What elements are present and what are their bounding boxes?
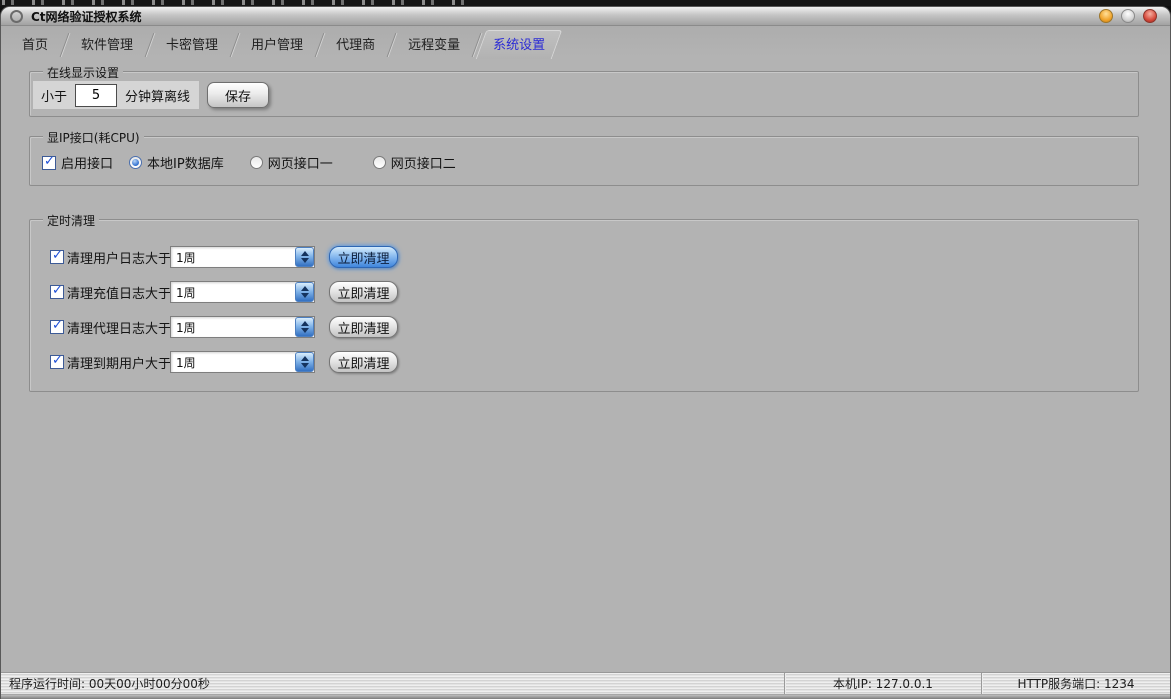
arrow-up-icon [301, 251, 309, 256]
cleanup-row-expired-users: 清理到期用户大于 1周 立即清理 [50, 351, 1138, 373]
tab-user-management[interactable]: 用户管理 [238, 30, 316, 59]
tab-system-settings[interactable]: 系统设置 [480, 30, 558, 59]
minimize-button[interactable] [1099, 9, 1113, 23]
checkbox-checked-icon[interactable] [50, 355, 64, 369]
checkbox-checked-icon[interactable] [42, 156, 56, 170]
tab-card-key-management[interactable]: 卡密管理 [153, 30, 231, 59]
tab-agents[interactable]: 代理商 [323, 30, 388, 59]
group-title: 显IP接口(耗CPU) [43, 129, 144, 146]
app-window: Ct网络验证授权系统 首页 软件管理 卡密管理 用户管理 [0, 6, 1171, 699]
dropdown-stepper[interactable] [295, 247, 314, 267]
group-online-display-settings: 在线显示设置 小于 分钟算离线 保存 [29, 71, 1139, 117]
tab-remote-variables[interactable]: 远程变量 [395, 30, 473, 59]
offline-minutes-input[interactable] [75, 84, 117, 107]
period-dropdown[interactable]: 1周 [170, 351, 315, 373]
close-button[interactable] [1143, 9, 1157, 23]
window-title: Ct网络验证授权系统 [31, 8, 142, 25]
status-bar: 程序运行时间: 00天00小时00分00秒 本机IP: 127.0.0.1 HT… [1, 672, 1170, 694]
offline-threshold-row: 小于 分钟算离线 保存 [33, 81, 269, 109]
radio-icon[interactable] [250, 156, 263, 169]
radio-web-interface-one[interactable]: 网页接口一 [250, 153, 333, 172]
radio-icon[interactable] [373, 156, 386, 169]
period-dropdown[interactable]: 1周 [170, 316, 315, 338]
group-title: 在线显示设置 [43, 64, 123, 81]
arrow-down-icon [301, 363, 309, 368]
save-button[interactable]: 保存 [207, 82, 269, 108]
group-scheduled-cleanup: 定时清理 清理用户日志大于 1周 立即清理 [29, 219, 1139, 392]
arrow-down-icon [301, 328, 309, 333]
offline-threshold-suffix-label: 分钟算离线 [125, 86, 190, 105]
radio-local-ip-database[interactable]: 本地IP数据库 [129, 153, 224, 172]
enable-interface-checkbox[interactable]: 启用接口 [42, 153, 113, 172]
dropdown-stepper[interactable] [295, 317, 314, 337]
clean-now-button[interactable]: 立即清理 [329, 316, 398, 338]
window-bottom-edge [1, 694, 1170, 699]
group-title: 定时清理 [43, 212, 99, 229]
app-logo-icon [10, 10, 23, 23]
period-dropdown[interactable]: 1周 [170, 246, 315, 268]
dropdown-stepper[interactable] [295, 352, 314, 372]
offline-threshold-prefix-label: 小于 [41, 86, 67, 105]
tab-home[interactable]: 首页 [9, 30, 61, 59]
titlebar: Ct网络验证授权系统 [1, 7, 1170, 26]
settings-panel: 在线显示设置 小于 分钟算离线 保存 显IP接口(耗CPU) 启用接口 [1, 57, 1170, 392]
arrow-up-icon [301, 321, 309, 326]
offline-threshold-panel: 小于 分钟算离线 [33, 81, 199, 109]
arrow-up-icon [301, 356, 309, 361]
clean-now-button[interactable]: 立即清理 [329, 351, 398, 373]
arrow-down-icon [301, 293, 309, 298]
cleanup-rows: 清理用户日志大于 1周 立即清理 清理充值日志大于 1周 [30, 220, 1138, 373]
tab-bar: 首页 软件管理 卡密管理 用户管理 代理商 远程变量 系统设置 [1, 26, 1170, 57]
ip-interface-row: 启用接口 本地IP数据库 网页接口一 网页接口二 [42, 153, 456, 172]
checkbox-checked-icon[interactable] [50, 320, 64, 334]
radio-selected-icon[interactable] [129, 156, 142, 169]
radio-web-interface-two[interactable]: 网页接口二 [373, 153, 456, 172]
cleanup-row-user-logs: 清理用户日志大于 1周 立即清理 [50, 246, 1138, 268]
maximize-button[interactable] [1121, 9, 1135, 23]
arrow-down-icon [301, 258, 309, 263]
http-port-status: HTTP服务端口: 1234 [982, 675, 1170, 692]
cleanup-row-agent-logs: 清理代理日志大于 1周 立即清理 [50, 316, 1138, 338]
cleanup-row-recharge-logs: 清理充值日志大于 1周 立即清理 [50, 281, 1138, 303]
clean-now-button[interactable]: 立即清理 [329, 246, 398, 268]
window-controls [1099, 9, 1157, 23]
arrow-up-icon [301, 286, 309, 291]
checkbox-checked-icon[interactable] [50, 285, 64, 299]
group-ip-interface: 显IP接口(耗CPU) 启用接口 本地IP数据库 网页接口一 网页接口二 [29, 136, 1139, 186]
checkbox-checked-icon[interactable] [50, 250, 64, 264]
runtime-status: 程序运行时间: 00天00小时00分00秒 [1, 675, 784, 692]
period-dropdown[interactable]: 1周 [170, 281, 315, 303]
local-ip-status: 本机IP: 127.0.0.1 [785, 675, 981, 692]
tab-software-management[interactable]: 软件管理 [68, 30, 146, 59]
clean-now-button[interactable]: 立即清理 [329, 281, 398, 303]
dropdown-stepper[interactable] [295, 282, 314, 302]
